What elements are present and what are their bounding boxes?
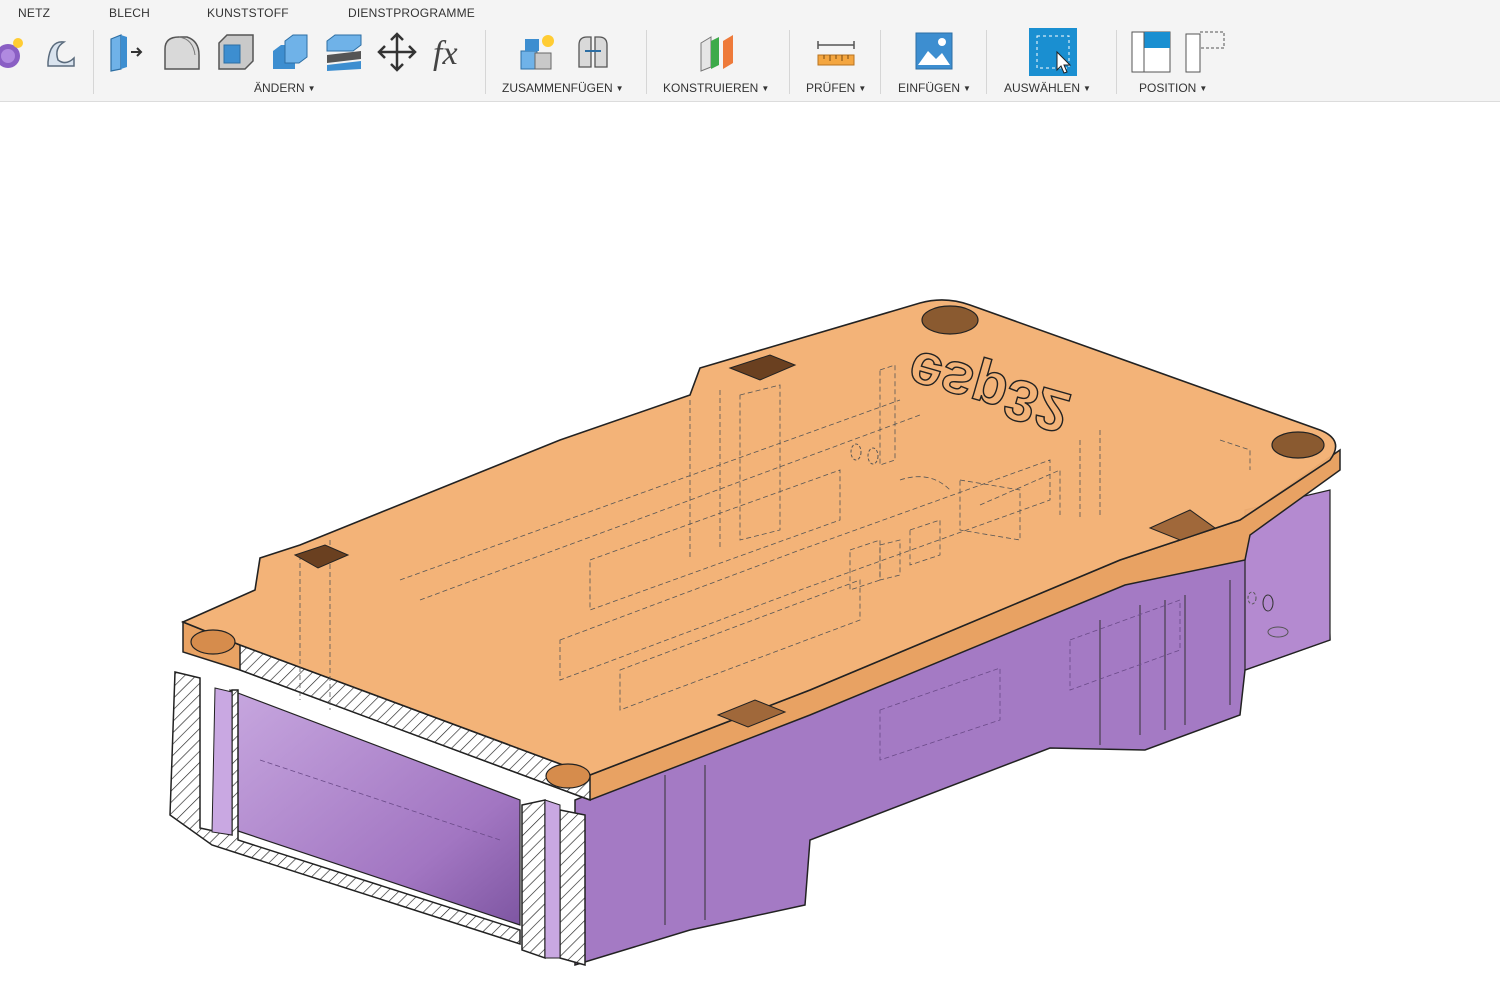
separator [880, 30, 881, 94]
capture-position-icon[interactable] [1130, 30, 1174, 74]
tab-netz[interactable]: NETZ [18, 6, 50, 20]
offset-plane-icon[interactable] [697, 31, 737, 73]
revolve-sweep-icon[interactable] [40, 32, 80, 74]
tab-blech[interactable]: BLECH [109, 6, 150, 20]
group-konstruieren-label[interactable]: KONSTRUIEREN ▼ [663, 81, 769, 95]
shell-icon[interactable] [215, 31, 255, 73]
group-einfuegen-label[interactable]: EINFÜGEN ▼ [898, 81, 971, 95]
create-form-icon[interactable] [0, 32, 30, 74]
base-section-right-a [521, 799, 546, 960]
measure-icon[interactable] [816, 31, 856, 73]
group-auswaehlen-label[interactable]: AUSWÄHLEN ▼ [1004, 81, 1091, 95]
select-icon[interactable] [1029, 28, 1077, 76]
screw-post-right [544, 799, 561, 959]
insert-canvas-icon[interactable] [914, 31, 954, 73]
new-component-icon[interactable] [517, 31, 557, 73]
fillet-icon[interactable] [161, 31, 201, 73]
base-section-right-b [559, 809, 586, 966]
screw-post-left [211, 687, 233, 836]
screw-hole-left [190, 629, 236, 655]
group-aendern-label[interactable]: ÄNDERN ▼ [254, 81, 316, 95]
combine-icon[interactable] [269, 31, 309, 73]
screw-hole-top [921, 305, 979, 335]
separator [1116, 30, 1117, 94]
fx-text: fx [433, 35, 458, 72]
group-zusammenfuegen-label[interactable]: ZUSAMMENFÜGEN ▼ [502, 81, 624, 95]
viewport-canvas[interactable]: esp32 [0, 102, 1500, 1000]
separator [986, 30, 987, 94]
tab-dienstprogramme[interactable]: DIENSTPROGRAMME [348, 6, 475, 20]
tab-kunststoff[interactable]: KUNSTSTOFF [207, 6, 289, 20]
move-icon[interactable] [377, 31, 417, 73]
ribbon-toolbar: NETZ BLECH KUNSTSTOFF DIENSTPROGRAMME fx… [0, 0, 1500, 102]
separator [789, 30, 790, 94]
split-body-icon[interactable] [323, 31, 363, 73]
enclosure-model[interactable]: esp32 [0, 102, 1500, 1000]
separator [646, 30, 647, 94]
press-pull-icon[interactable] [105, 31, 145, 73]
revert-position-icon[interactable] [1184, 30, 1228, 74]
group-position-label[interactable]: POSITION ▼ [1139, 81, 1207, 95]
separator [93, 30, 94, 94]
group-pruefen-label[interactable]: PRÜFEN ▼ [806, 81, 866, 95]
separator [485, 30, 486, 94]
screw-hole-front [545, 763, 591, 789]
joint-icon[interactable] [573, 31, 613, 73]
screw-hole-right [1271, 431, 1325, 459]
parameters-fx-icon[interactable]: fx [431, 31, 471, 73]
